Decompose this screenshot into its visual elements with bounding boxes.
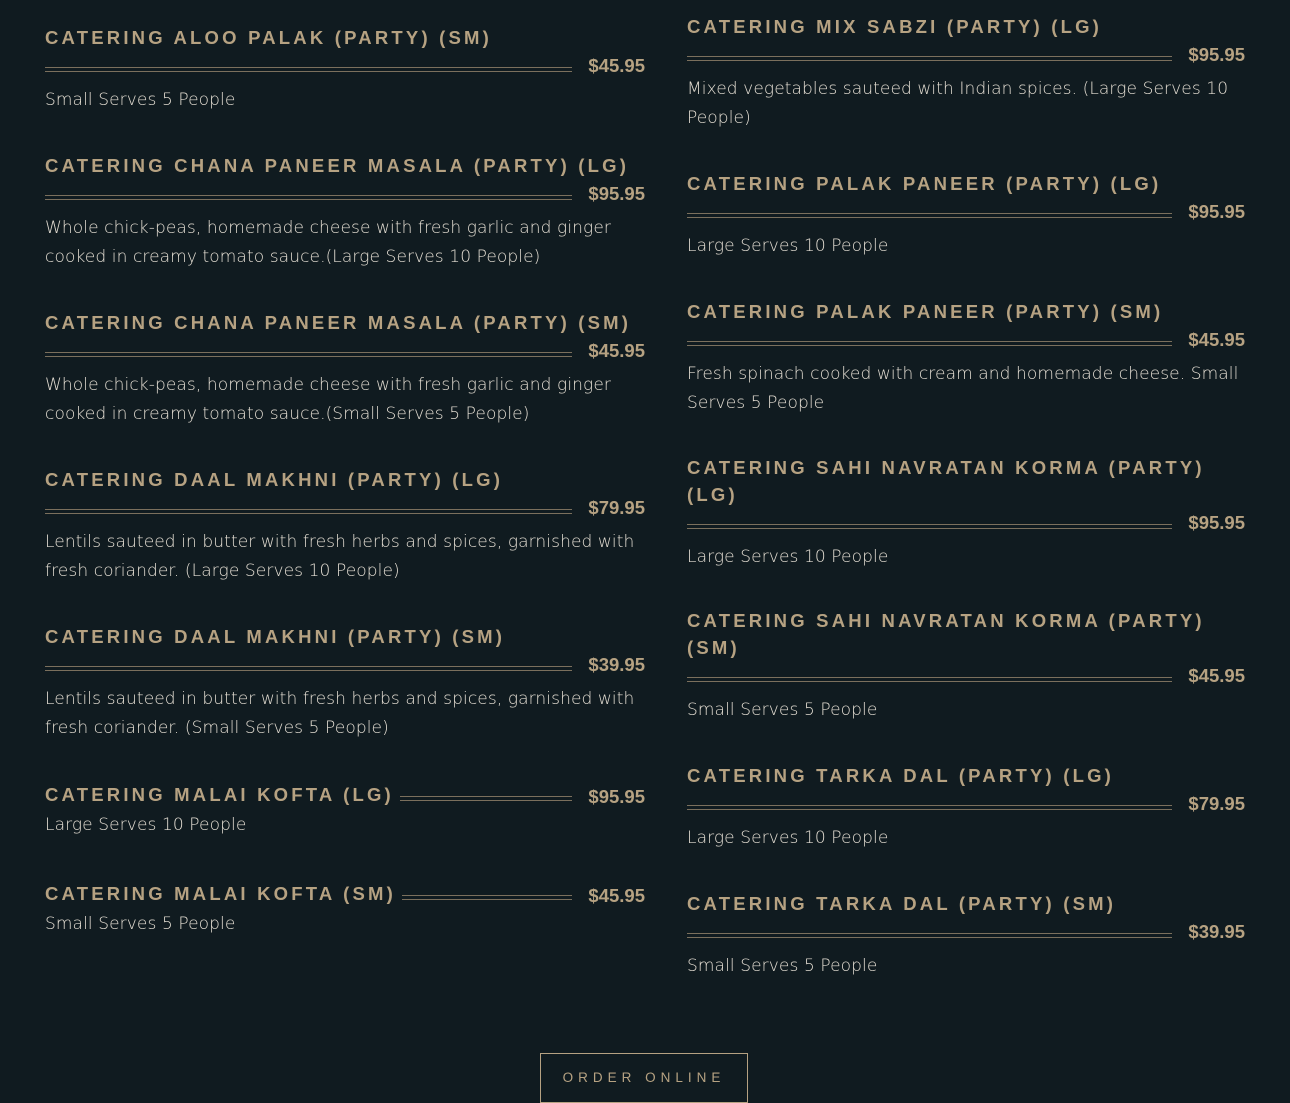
menu-item-description: Whole chick-peas, homemade cheese with f…: [45, 375, 611, 424]
menu-item-price-row: $79.95: [687, 793, 1245, 815]
menu-item-price: $45.95: [588, 885, 645, 906]
dotted-leader-divider: [401, 894, 573, 900]
menu-item-description: Large Serves 10 People: [687, 236, 889, 256]
menu-item: CATERING ALOO PALAK (PARTY) (SM) $45.95 …: [45, 24, 645, 115]
menu-item-price: $95.95: [588, 183, 645, 204]
menu-item-name: CATERING SAHI NAVRATAN KORMA (PARTY) (LG…: [687, 457, 1205, 505]
menu-item-name: CATERING SAHI NAVRATAN KORMA (PARTY) (SM…: [687, 610, 1205, 658]
menu-item-header: CATERING TARKA DAL (PARTY) (LG) $79.95: [687, 762, 1245, 815]
menu-item-description: Small Serves 5 People: [687, 700, 878, 720]
menu-item-header: CATERING DAAL MAKHNI (PARTY) (LG) $79.95: [45, 466, 645, 519]
menu-item-description: Small Serves 5 People: [45, 914, 236, 934]
dotted-leader-divider: [687, 932, 1173, 938]
menu-item-price: $39.95: [588, 654, 645, 675]
dotted-leader-divider: [45, 66, 573, 72]
menu-item-price: $79.95: [1188, 793, 1245, 814]
menu-item-price-row: $95.95: [399, 786, 645, 808]
menu-item-price: $95.95: [1188, 201, 1245, 222]
menu-item-description: Whole chick-peas, homemade cheese with f…: [45, 218, 611, 267]
menu-item: CATERING CHANA PANEER MASALA (PARTY) (LG…: [45, 152, 645, 272]
menu-item-name: CATERING MIX SABZI (PARTY) (LG): [687, 16, 1103, 37]
menu-item-price: $95.95: [1188, 512, 1245, 533]
dotted-leader-divider: [687, 804, 1173, 810]
menu-item-price-row: $39.95: [687, 921, 1245, 943]
dotted-leader-divider: [45, 665, 573, 671]
menu-item-price-row: $45.95: [401, 885, 645, 907]
order-online-button[interactable]: ORDER ONLINE: [540, 1053, 748, 1103]
menu-item-description: Small Serves 5 People: [687, 956, 878, 976]
menu-item-name: CATERING TARKA DAL (PARTY) (SM): [687, 893, 1117, 914]
menu-item-price-row: $95.95: [45, 183, 645, 205]
menu-item-header: CATERING PALAK PANEER (PARTY) (SM) $45.9…: [687, 298, 1245, 351]
menu-item-name: CATERING TARKA DAL (PARTY) (LG): [687, 765, 1115, 786]
menu-item-price: $45.95: [588, 55, 645, 76]
menu-item-name: CATERING PALAK PANEER (PARTY) (SM): [687, 301, 1164, 322]
menu-item-name: CATERING CHANA PANEER MASALA (PARTY) (SM…: [45, 312, 632, 333]
dotted-leader-divider: [687, 55, 1173, 61]
dotted-leader-divider: [687, 340, 1173, 346]
dotted-leader-divider: [45, 194, 573, 200]
menu-item-price-row: $45.95: [687, 665, 1245, 687]
menu-item: CATERING CHANA PANEER MASALA (PARTY) (SM…: [45, 309, 645, 429]
menu-item-header: CATERING CHANA PANEER MASALA (PARTY) (SM…: [45, 309, 645, 362]
menu-item: CATERING MALAI KOFTA (SM) $45.95 Small S…: [45, 880, 645, 939]
menu-item: CATERING MALAI KOFTA (LG) $95.95 Large S…: [45, 781, 645, 840]
menu-item-header: CATERING PALAK PANEER (PARTY) (LG) $95.9…: [687, 170, 1245, 223]
menu-item: CATERING DAAL MAKHNI (PARTY) (SM) $39.95…: [45, 623, 645, 743]
menu-item-price: $45.95: [588, 340, 645, 361]
menu-item-description: Fresh spinach cooked with cream and home…: [687, 364, 1239, 413]
menu-item: CATERING PALAK PANEER (PARTY) (SM) $45.9…: [687, 298, 1245, 418]
menu-item: CATERING PALAK PANEER (PARTY) (LG) $95.9…: [687, 170, 1245, 261]
menu-item-price-row: $95.95: [687, 44, 1245, 66]
dotted-leader-divider: [687, 523, 1173, 529]
menu-item-price: $95.95: [1188, 44, 1245, 65]
menu-item-price-row: $95.95: [687, 201, 1245, 223]
menu-item: CATERING TARKA DAL (PARTY) (LG) $79.95 L…: [687, 762, 1245, 853]
menu-item-name: CATERING PALAK PANEER (PARTY) (LG): [687, 173, 1162, 194]
menu-item: CATERING TARKA DAL (PARTY) (SM) $39.95 S…: [687, 890, 1245, 981]
menu-item-header: CATERING DAAL MAKHNI (PARTY) (SM) $39.95: [45, 623, 645, 676]
menu-item-price: $45.95: [1188, 665, 1245, 686]
dotted-leader-divider: [45, 351, 573, 357]
menu-item-header: CATERING SAHI NAVRATAN KORMA (PARTY) (LG…: [687, 454, 1245, 534]
menu-item-header: CATERING MALAI KOFTA (SM) $45.95: [45, 880, 645, 907]
menu-item-description: Lentils sauteed in butter with fresh her…: [45, 689, 635, 738]
menu-item-description: Large Serves 10 People: [687, 828, 889, 848]
menu-item-header: CATERING TARKA DAL (PARTY) (SM) $39.95: [687, 890, 1245, 943]
dotted-leader-divider: [45, 508, 573, 514]
menu-item-name: CATERING DAAL MAKHNI (PARTY) (LG): [45, 469, 504, 490]
menu-item-description: Lentils sauteed in butter with fresh her…: [45, 532, 635, 581]
menu-item-header: CATERING MIX SABZI (PARTY) (LG) $95.95: [687, 13, 1245, 66]
menu-item-price: $39.95: [1188, 921, 1245, 942]
menu-item-header: CATERING MALAI KOFTA (LG) $95.95: [45, 781, 645, 808]
dotted-leader-divider: [399, 795, 573, 801]
dotted-leader-divider: [687, 676, 1173, 682]
menu-item-price-row: $79.95: [45, 497, 645, 519]
menu-item-header: CATERING CHANA PANEER MASALA (PARTY) (LG…: [45, 152, 645, 205]
menu-item-price-row: $45.95: [687, 329, 1245, 351]
menu-item-price: $79.95: [588, 497, 645, 518]
menu-item-price-row: $95.95: [687, 512, 1245, 534]
menu-item-name: CATERING ALOO PALAK (PARTY) (SM): [45, 27, 493, 48]
menu-item-description: Mixed vegetables sauteed with Indian spi…: [687, 79, 1229, 128]
menu-item-description: Large Serves 10 People: [687, 547, 889, 567]
dotted-leader-divider: [687, 212, 1173, 218]
menu-item-name: CATERING MALAI KOFTA (SM): [45, 883, 396, 904]
menu-item-header: CATERING ALOO PALAK (PARTY) (SM) $45.95: [45, 24, 645, 77]
menu-item: CATERING MIX SABZI (PARTY) (LG) $95.95 M…: [687, 13, 1245, 133]
menu-item-price: $45.95: [1188, 329, 1245, 350]
menu-item-name: CATERING CHANA PANEER MASALA (PARTY) (LG…: [45, 155, 630, 176]
menu-item: CATERING SAHI NAVRATAN KORMA (PARTY) (SM…: [687, 607, 1245, 725]
menu-item: CATERING DAAL MAKHNI (PARTY) (LG) $79.95…: [45, 466, 645, 586]
menu-item-description: Large Serves 10 People: [45, 815, 247, 835]
menu-item-price-row: $45.95: [45, 340, 645, 362]
menu-item: CATERING SAHI NAVRATAN KORMA (PARTY) (LG…: [687, 454, 1245, 572]
menu-item-price-row: $39.95: [45, 654, 645, 676]
menu-item-name: CATERING DAAL MAKHNI (PARTY) (SM): [45, 626, 506, 647]
menu-item-price: $95.95: [588, 786, 645, 807]
menu-item-name: CATERING MALAI KOFTA (LG): [45, 784, 394, 805]
menu-item-header: CATERING SAHI NAVRATAN KORMA (PARTY) (SM…: [687, 607, 1245, 687]
menu-item-price-row: $45.95: [45, 55, 645, 77]
menu-item-description: Small Serves 5 People: [45, 90, 236, 110]
